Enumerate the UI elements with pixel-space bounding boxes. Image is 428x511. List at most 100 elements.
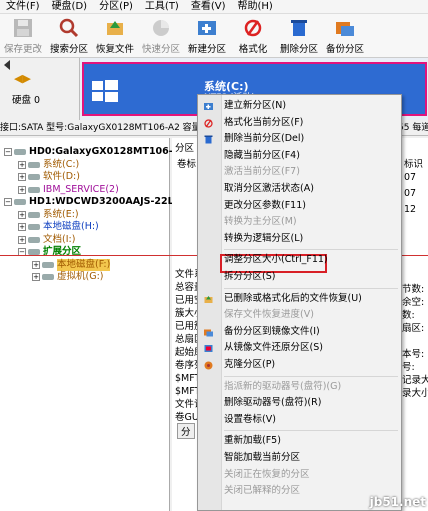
toolbar-button-label: 搜索分区	[49, 44, 88, 55]
context-menu-label: 设置卷标(V)	[224, 413, 276, 425]
menu-item[interactable]: 查看(V)	[185, 0, 232, 13]
tree-node[interactable]: + 虚拟机(G:)	[32, 271, 103, 283]
expand-toggle-icon[interactable]: +	[18, 185, 26, 194]
context-menu-item[interactable]: 取消分区激活状态(A)	[198, 181, 401, 197]
detail-value-label: 数:	[402, 310, 415, 321]
context-menu-label: 智能加载当前分区	[224, 452, 301, 463]
context-menu-item[interactable]: 拆分分区(S)	[198, 269, 401, 285]
toolbar-button-backup[interactable]: 备份分区	[322, 14, 368, 57]
context-menu: 建立新分区(N) 格式化当前分区(F) 删除当前分区(Del) 隐藏当前分区(F4) 激…	[197, 94, 402, 511]
tree-node[interactable]: − 扩展分区	[18, 246, 81, 258]
context-menu-item[interactable]: 智能加载当前分区	[198, 450, 401, 466]
disk-icon	[28, 174, 40, 180]
expand-toggle-icon[interactable]: +	[18, 235, 26, 244]
context-menu-label: 关闭正在恢复的分区	[224, 468, 310, 480]
context-menu-item[interactable]: 转换为逻辑分区(L)	[198, 231, 401, 247]
menu-item[interactable]: 分区(P)	[93, 0, 139, 13]
context-menu-item[interactable]: 克隆分区(P)	[198, 357, 401, 373]
menu-item[interactable]: 硬盘(D)	[46, 0, 94, 13]
context-menu-item[interactable]: 激活当前分区(F7)	[198, 164, 401, 180]
context-menu-item[interactable]: 设置卷标(V)	[198, 412, 401, 428]
nav-arrows-icon[interactable]: ◀▶	[14, 72, 31, 85]
context-menu-label: 指派新的驱动器号(盘符)(G)	[224, 380, 342, 392]
toolbar-button-new-partition[interactable]: 新建分区	[184, 14, 230, 57]
tree-node-label: 扩展分区	[43, 246, 82, 257]
context-menu-label: 取消分区激活状态(A)	[224, 183, 314, 194]
toolbar-button-search[interactable]: 搜索分区	[46, 14, 92, 57]
watermark: jb51.net	[369, 495, 426, 509]
expand-toggle-icon[interactable]: −	[4, 198, 12, 206]
expand-toggle-icon[interactable]: +	[32, 260, 40, 269]
context-menu-item[interactable]: 删除驱动器号(盘符)(R)	[198, 395, 401, 411]
toolbar-button-label: 备份分区	[325, 44, 364, 55]
column-header-label: 卷标	[177, 159, 197, 170]
tree-node[interactable]: + 文档(I:)	[18, 234, 75, 246]
tab-partitions[interactable]: 分区	[175, 140, 194, 154]
disk-icon	[14, 199, 26, 205]
backup-icon	[203, 327, 214, 338]
context-menu-item[interactable]: 指派新的驱动器号(盘符)(G)	[198, 379, 401, 395]
toolbar-button-quick-partition[interactable]: 快速分区	[138, 14, 184, 57]
context-menu-label: 删除当前分区(Del)	[224, 133, 305, 145]
disk-icon	[28, 186, 40, 193]
tree-node-label: 虚拟机(G:)	[57, 271, 104, 282]
menu-item[interactable]: 工具(T)	[139, 0, 185, 13]
expand-toggle-icon[interactable]: +	[18, 223, 26, 231]
quick-partition-icon	[149, 17, 173, 39]
disk-icon	[14, 149, 26, 155]
context-menu-item[interactable]: 建立新分区(N)	[198, 98, 401, 114]
context-menu-item[interactable]: 格式化当前分区(F)	[198, 115, 401, 131]
context-menu-item[interactable]: 重新加载(F5)	[198, 433, 401, 449]
menu-item[interactable]: 帮助(H)	[232, 0, 279, 13]
expand-toggle-icon[interactable]: +	[18, 160, 26, 169]
detail-value-label: 记录大	[402, 375, 428, 386]
tree-node[interactable]: − HD1:WDCWD3200AAJS-22L7A0(	[4, 196, 199, 208]
expand-toggle-icon[interactable]: +	[18, 210, 26, 219]
context-menu-label: 格式化当前分区(F)	[224, 116, 304, 128]
toolbar: 保存更改 搜索分区 恢复文件 快速分区 新建分区 格式化 删除分区 备份分区	[0, 14, 428, 58]
toolbar-button-recover[interactable]: 恢复文件	[92, 14, 138, 57]
disk-icon	[28, 211, 40, 218]
detail-value-label: 节数:	[402, 284, 425, 295]
context-menu-item[interactable]: 隐藏当前分区(F4)	[198, 148, 401, 164]
toolbar-button-save[interactable]: 保存更改	[0, 14, 46, 57]
context-menu-item[interactable]: 删除当前分区(Del)	[198, 131, 401, 147]
tree-node[interactable]: + 本地磁盘(F:)	[32, 258, 111, 271]
disk-tree: − HD0:GalaxyGX0128MT106-A2(+ 系统(C:) + 软件(D:)…	[0, 138, 199, 511]
menu-item[interactable]: 文件(F)	[0, 0, 46, 13]
tree-node[interactable]: + IBM_SERVICE(2)	[18, 184, 119, 196]
tree-node[interactable]: + 本地磁盘(H:)	[18, 221, 99, 233]
context-menu-item[interactable]: 已删除或格式化后的文件恢复(U)	[198, 291, 401, 307]
tree-node[interactable]: + 软件(D:)	[18, 171, 80, 183]
expand-toggle-icon[interactable]: −	[4, 148, 12, 156]
detail-value-label: 余空:	[402, 297, 425, 308]
tree-node-label: 软件(D:)	[43, 171, 80, 182]
disk-icon	[42, 274, 54, 280]
context-menu-item[interactable]: 转换为主分区(M)	[198, 214, 401, 230]
context-menu-item[interactable]: 更改分区参数(F11)	[198, 198, 401, 214]
context-menu-item[interactable]: 从镜像文件还原分区(S)	[198, 340, 401, 356]
toolbar-button-format[interactable]: 格式化	[230, 14, 276, 57]
context-menu-item[interactable]: 调整分区大小(Ctrl_F11)	[198, 252, 401, 268]
delete-icon	[287, 17, 311, 39]
context-menu-item[interactable]: 保存文件恢复进度(V)	[198, 307, 401, 323]
save-icon	[11, 17, 35, 39]
expand-toggle-icon[interactable]: +	[18, 173, 26, 181]
toolbar-button-label: 恢复文件	[95, 44, 134, 55]
toolbar-button-delete[interactable]: 删除分区	[276, 14, 322, 57]
tree-node[interactable]: + 系统(E:)	[18, 209, 79, 221]
tree-node[interactable]: + 系统(C:)	[18, 159, 79, 171]
restore-icon	[203, 343, 214, 354]
context-menu-item[interactable]: 备份分区到镜像文件(I)	[198, 324, 401, 340]
context-menu-label: 建立新分区(N)	[224, 100, 287, 111]
backup-icon	[333, 17, 357, 39]
context-menu-label: 已删除或格式化后的文件恢复(U)	[224, 292, 362, 304]
tree-node[interactable]: − HD0:GalaxyGX0128MT106-A2(	[4, 146, 191, 158]
new-partition-icon	[195, 17, 219, 39]
expand-toggle-icon[interactable]: +	[32, 273, 40, 281]
context-menu-item[interactable]: 关闭正在恢复的分区	[198, 467, 401, 483]
disk-label: 硬盘 0	[12, 95, 41, 106]
context-menu-label: 保存文件恢复进度(V)	[224, 309, 314, 321]
scroll-left-icon[interactable]	[4, 60, 10, 70]
details-button[interactable]: 分	[177, 423, 195, 439]
